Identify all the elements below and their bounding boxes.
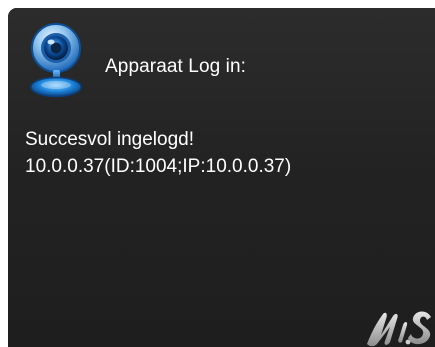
- device-address-text: 10.0.0.37(ID:1004;IP:10.0.0.37): [25, 156, 292, 177]
- login-notification-panel: Apparaat Log in: Succesvol ingelogd! 10.…: [8, 8, 435, 347]
- webcam-icon: [30, 23, 82, 98]
- notification-header: Apparaat Log in:: [26, 20, 426, 100]
- brand-logo-icon: [367, 311, 431, 347]
- notification-message: Succesvol ingelogd! 10.0.0.37(ID:1004;IP…: [25, 126, 291, 180]
- login-success-text: Succesvol ingelogd!: [25, 129, 194, 150]
- notification-title: Apparaat Log in:: [105, 56, 247, 77]
